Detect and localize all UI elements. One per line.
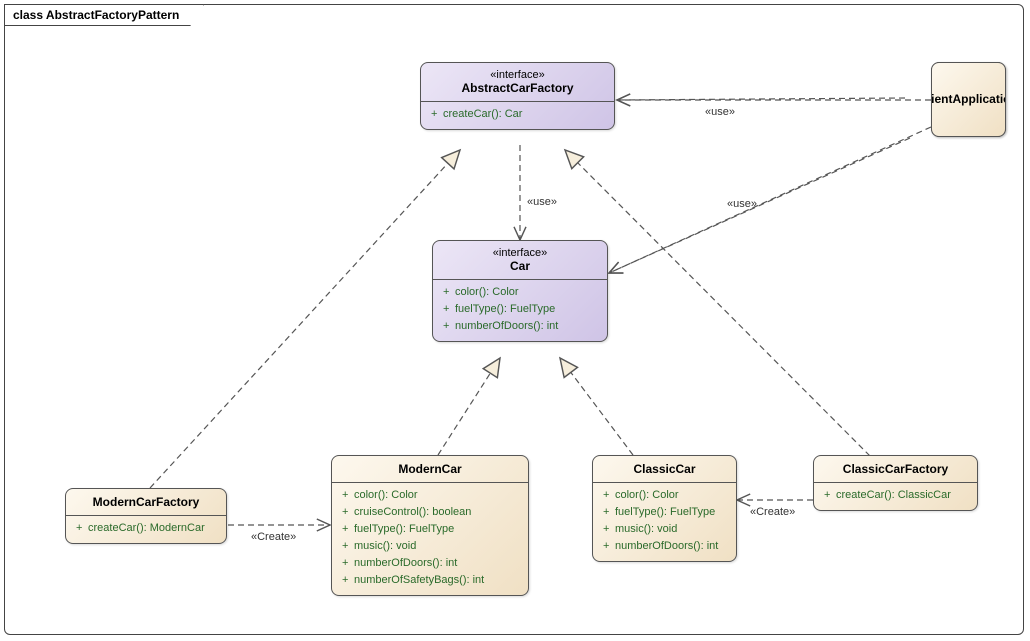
diagram-title-tab: class AbstractFactoryPattern <box>4 4 204 26</box>
class-title: ModernCarFactory <box>66 489 226 516</box>
class-modern-car[interactable]: ModernCar +color(): Color +cruiseControl… <box>331 455 529 596</box>
class-name: ClientApplication <box>932 63 1005 136</box>
edge-label-use: «use» <box>527 196 557 208</box>
operation: +fuelType(): FuelType <box>603 504 730 521</box>
class-operations: +color(): Color +fuelType(): FuelType +n… <box>433 280 607 341</box>
class-operations: +createCar(): Car <box>421 102 614 129</box>
class-operations: +color(): Color +cruiseControl(): boolea… <box>332 483 528 595</box>
class-name: Car <box>437 259 603 273</box>
operation: +createCar(): Car <box>431 106 608 123</box>
class-classic-car-factory[interactable]: ClassicCarFactory +createCar(): ClassicC… <box>813 455 978 511</box>
operation: +cruiseControl(): boolean <box>342 504 522 521</box>
class-title: ClassicCarFactory <box>814 456 977 483</box>
class-title: «interface» AbstractCarFactory <box>421 63 614 102</box>
operation: +color(): Color <box>603 487 730 504</box>
class-name: ModernCarFactory <box>70 495 222 509</box>
class-title: «interface» Car <box>433 241 607 280</box>
class-name: ModernCar <box>336 462 524 476</box>
edge-label-use: «use» <box>727 198 757 210</box>
edge-label-create: «Create» <box>251 531 296 543</box>
class-operations: +createCar(): ModernCar <box>66 516 226 543</box>
operation: +music(): void <box>603 521 730 538</box>
operation: +numberOfDoors(): int <box>342 555 522 572</box>
edge-label-use: «use» <box>705 106 735 118</box>
class-name: AbstractCarFactory <box>425 81 610 95</box>
operation: +createCar(): ClassicCar <box>824 487 971 504</box>
class-stereotype: «interface» <box>437 247 603 259</box>
class-client-application-box[interactable]: ClientApplication <box>931 62 1006 137</box>
diagram-title: class AbstractFactoryPattern <box>13 8 179 22</box>
class-operations: +color(): Color +fuelType(): FuelType +m… <box>593 483 736 561</box>
class-name: ClassicCar <box>597 462 732 476</box>
class-name: ClassicCarFactory <box>818 462 973 476</box>
class-modern-car-factory[interactable]: ModernCarFactory +createCar(): ModernCar <box>65 488 227 544</box>
class-title: ModernCar <box>332 456 528 483</box>
operation: +color(): Color <box>342 487 522 504</box>
class-car[interactable]: «interface» Car +color(): Color +fuelTyp… <box>432 240 608 342</box>
operation: +music(): void <box>342 538 522 555</box>
operation: +fuelType(): FuelType <box>342 521 522 538</box>
edge-label-create: «Create» <box>750 506 795 518</box>
operation: +color(): Color <box>443 284 601 301</box>
operation: +createCar(): ModernCar <box>76 520 220 537</box>
class-operations: +createCar(): ClassicCar <box>814 483 977 510</box>
class-classic-car[interactable]: ClassicCar +color(): Color +fuelType(): … <box>592 455 737 562</box>
operation: +numberOfDoors(): int <box>443 318 601 335</box>
operation: +numberOfDoors(): int <box>603 538 730 555</box>
class-stereotype: «interface» <box>425 69 610 81</box>
operation: +numberOfSafetyBags(): int <box>342 572 522 589</box>
class-title: ClassicCar <box>593 456 736 483</box>
class-abstract-car-factory[interactable]: «interface» AbstractCarFactory +createCa… <box>420 62 615 130</box>
operation: +fuelType(): FuelType <box>443 301 601 318</box>
